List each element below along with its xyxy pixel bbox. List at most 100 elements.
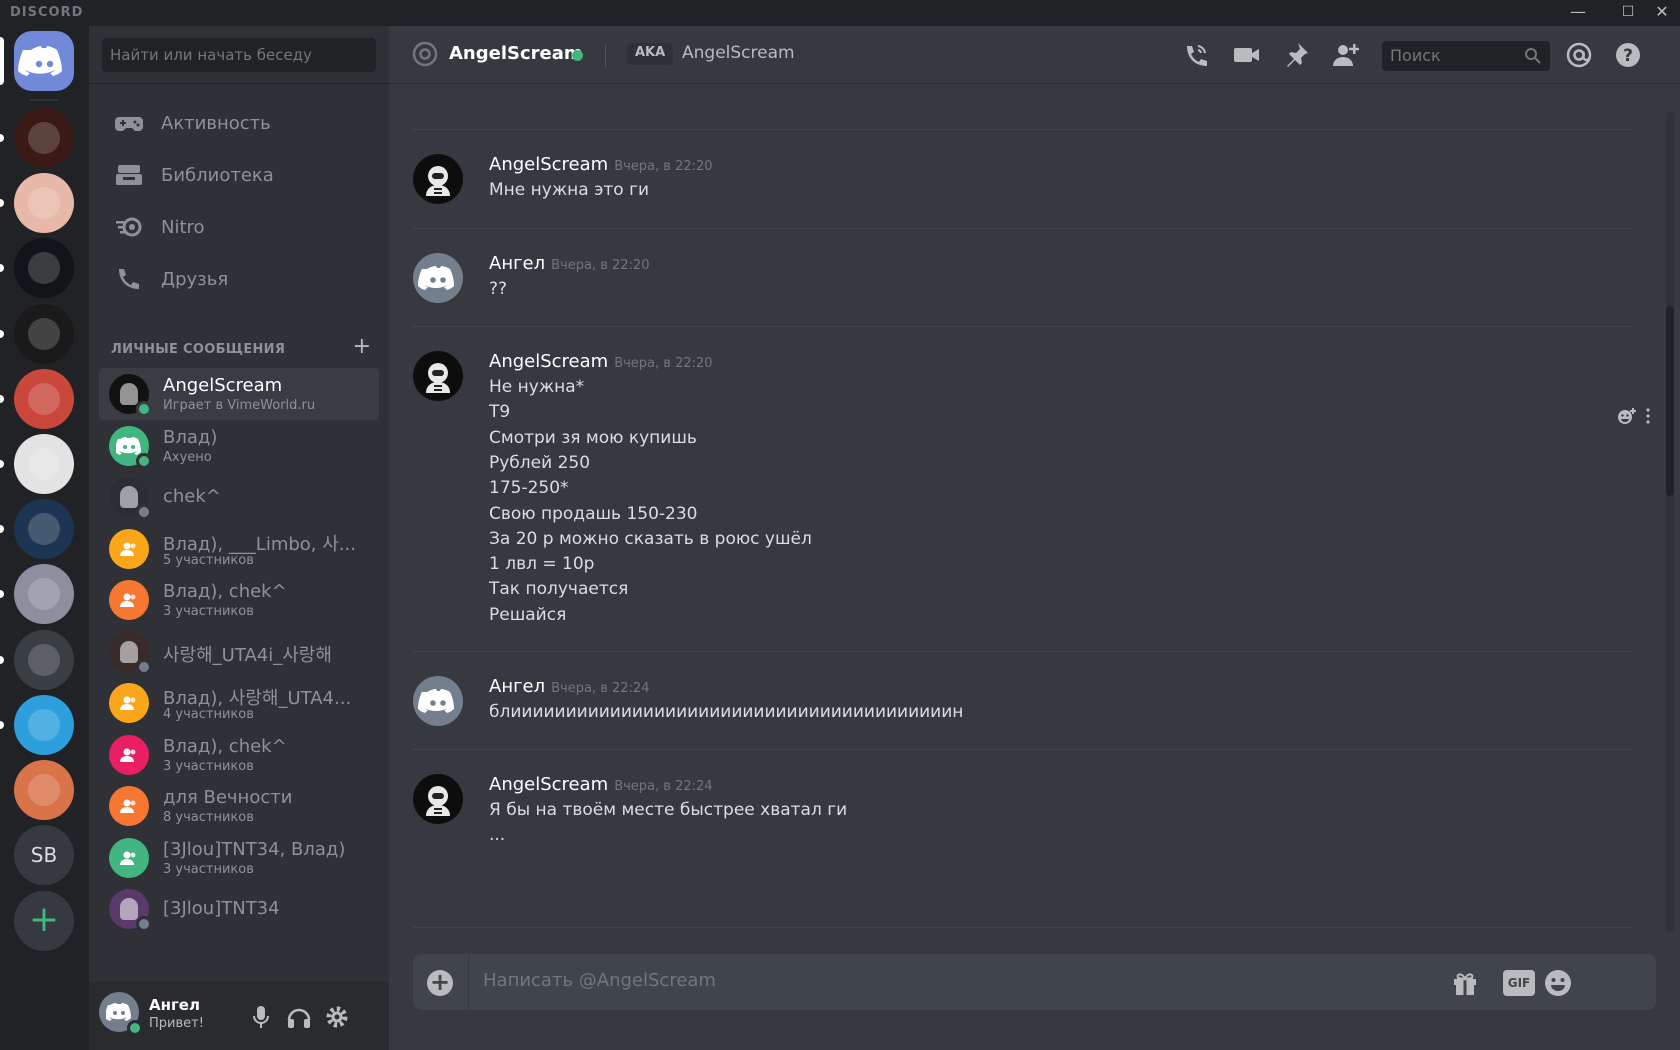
- server-icon[interactable]: [14, 695, 74, 755]
- voice-call-icon[interactable]: [1181, 40, 1211, 70]
- plus-icon: +: [28, 899, 60, 940]
- server-image: [28, 709, 60, 741]
- message-text: Я бы на твоём месте быстрее хватал ги: [489, 800, 848, 820]
- message-text: блииииииииииииииииииииииииииииииииииииии…: [489, 702, 964, 722]
- server-icon[interactable]: [14, 564, 74, 624]
- discord-logo-icon: [18, 46, 62, 76]
- discord-app: DISCORD — ☐ ✕ SB + Найти или начать бесед…: [0, 0, 1680, 1050]
- message-text: Свою продашь 150-230: [489, 503, 698, 524]
- microphone-icon[interactable]: [246, 1002, 276, 1032]
- user-avatar[interactable]: [99, 992, 143, 1036]
- message-author[interactable]: Ангел: [489, 253, 545, 274]
- message-author-row: AngelScream Вчера, в 22:24: [489, 774, 713, 795]
- dm-item[interactable]: Влад) Ахуено: [99, 420, 379, 472]
- home-button[interactable]: [14, 31, 74, 91]
- dm-item[interactable]: chek^: [99, 471, 379, 523]
- settings-gear-icon[interactable]: [322, 1002, 352, 1032]
- message-author[interactable]: Ангел: [489, 676, 545, 697]
- group-avatar: [109, 838, 149, 878]
- dm-item[interactable]: для Вечности 8 участников: [99, 780, 379, 832]
- server-icon[interactable]: [14, 434, 74, 494]
- pinned-messages-icon[interactable]: [1281, 40, 1311, 70]
- message-author[interactable]: AngelScream: [489, 774, 608, 795]
- dm-name: Влад), chek^: [163, 736, 287, 757]
- message-text: ??: [489, 279, 508, 299]
- find-conversation-input[interactable]: Найти или начать беседу: [102, 38, 376, 72]
- server-image: [28, 252, 60, 284]
- server-icon[interactable]: [14, 630, 74, 690]
- message-group: AngelScream Вчера, в 22:20 Не нужна* Т9 Смот…: [413, 326, 1633, 641]
- chat-search-input[interactable]: Поиск: [1382, 41, 1550, 71]
- message-avatar[interactable]: [413, 676, 463, 726]
- server-image: [28, 774, 60, 806]
- message-author-row: AngelScream Вчера, в 22:20: [489, 154, 713, 175]
- avatar-image: [120, 486, 138, 508]
- server-icon[interactable]: [14, 304, 74, 364]
- header-divider: [605, 44, 606, 68]
- nav-item-activity[interactable]: Активность: [99, 98, 379, 148]
- nav-item-label: Друзья: [161, 268, 229, 290]
- message-divider: [413, 927, 1633, 947]
- unread-indicator: [0, 590, 4, 598]
- message-input[interactable]: Написать @AngelScream: [483, 970, 716, 991]
- dm-item[interactable]: [3Jlou]TNT34, Влад) 3 участников: [99, 832, 379, 884]
- chat-header: AngelScream AKA AngelScream Поиск ?: [389, 26, 1680, 84]
- dm-item[interactable]: Влад), ___Limbo, 사... 5 участников: [99, 523, 379, 575]
- server-icon[interactable]: [14, 238, 74, 298]
- create-dm-button[interactable]: +: [353, 334, 371, 359]
- message-avatar[interactable]: [413, 351, 463, 401]
- dm-item[interactable]: [3Jlou]TNT34: [99, 883, 379, 935]
- dm-item[interactable]: 사랑해_UTA4i_사랑해: [99, 626, 379, 678]
- nav-item-library[interactable]: Библиотека: [99, 150, 379, 200]
- message-avatar[interactable]: [413, 253, 463, 303]
- message-author[interactable]: AngelScream: [489, 154, 608, 175]
- message-text: За 20 р можно сказать в роюс ушёл: [489, 528, 812, 549]
- help-icon[interactable]: ?: [1613, 40, 1643, 70]
- server-icon[interactable]: [14, 369, 74, 429]
- nav-item-friends[interactable]: Друзья: [99, 254, 379, 304]
- message-avatar[interactable]: [413, 154, 463, 204]
- close-button[interactable]: ✕: [1644, 0, 1680, 26]
- status-dot: [136, 401, 152, 417]
- unread-indicator: [0, 395, 4, 403]
- dm-item[interactable]: Влад), 사랑해_UTA4... 4 участников: [99, 677, 379, 729]
- astronaut-avatar-icon: [426, 363, 450, 393]
- gift-icon[interactable]: [1450, 968, 1480, 998]
- server-icon[interactable]: [14, 760, 74, 820]
- dm-name: chek^: [163, 486, 221, 507]
- message-group: Ангел Вчера, в 22:24 блиииииииииииииииииии…: [413, 651, 1633, 738]
- server-icon[interactable]: [14, 499, 74, 559]
- dm-item[interactable]: Влад), chek^ 3 участников: [99, 729, 379, 781]
- online-status-dot: [572, 50, 583, 61]
- add-server-button[interactable]: +: [14, 891, 74, 951]
- mentions-icon[interactable]: [1564, 40, 1594, 70]
- dm-name: Влад), chek^: [163, 581, 287, 602]
- chat-scrollbar-thumb[interactable]: [1666, 306, 1674, 496]
- minimize-button[interactable]: —: [1560, 0, 1596, 26]
- upload-attachment-button[interactable]: +: [427, 970, 453, 996]
- chat-scrollbar-track[interactable]: [1666, 112, 1674, 932]
- server-icon[interactable]: [14, 173, 74, 233]
- dm-name: AngelScream: [163, 375, 283, 396]
- dm-subtext: 3 участников: [163, 759, 254, 774]
- nav-item-nitro[interactable]: Nitro: [99, 202, 379, 252]
- discord-logo-icon: [418, 266, 454, 290]
- message-group: AngelScream Вчера, в 22:20 Мне нужна это г…: [413, 129, 1633, 216]
- unread-indicator: [0, 721, 4, 729]
- headphones-icon[interactable]: [284, 1002, 314, 1032]
- gif-picker-button[interactable]: GIF: [1503, 970, 1535, 996]
- message-text: Мне нужна это ги: [489, 180, 650, 200]
- message-avatar[interactable]: [413, 774, 463, 824]
- message-author[interactable]: AngelScream: [489, 351, 608, 372]
- emoji-icon[interactable]: [1543, 968, 1573, 998]
- add-friend-icon[interactable]: [1331, 40, 1361, 70]
- video-call-icon[interactable]: [1231, 40, 1261, 70]
- message-text: 175-250*: [489, 478, 569, 499]
- server-icon[interactable]: [14, 108, 74, 168]
- dm-item[interactable]: Влад), chek^ 3 участников: [99, 574, 379, 626]
- library-icon: [116, 165, 142, 185]
- server-icon[interactable]: SB: [14, 825, 74, 885]
- maximize-button[interactable]: ☐: [1610, 0, 1646, 26]
- dm-item[interactable]: AngelScream Играет в VimeWorld.ru: [99, 368, 379, 420]
- search-placeholder: Поиск: [1390, 46, 1441, 65]
